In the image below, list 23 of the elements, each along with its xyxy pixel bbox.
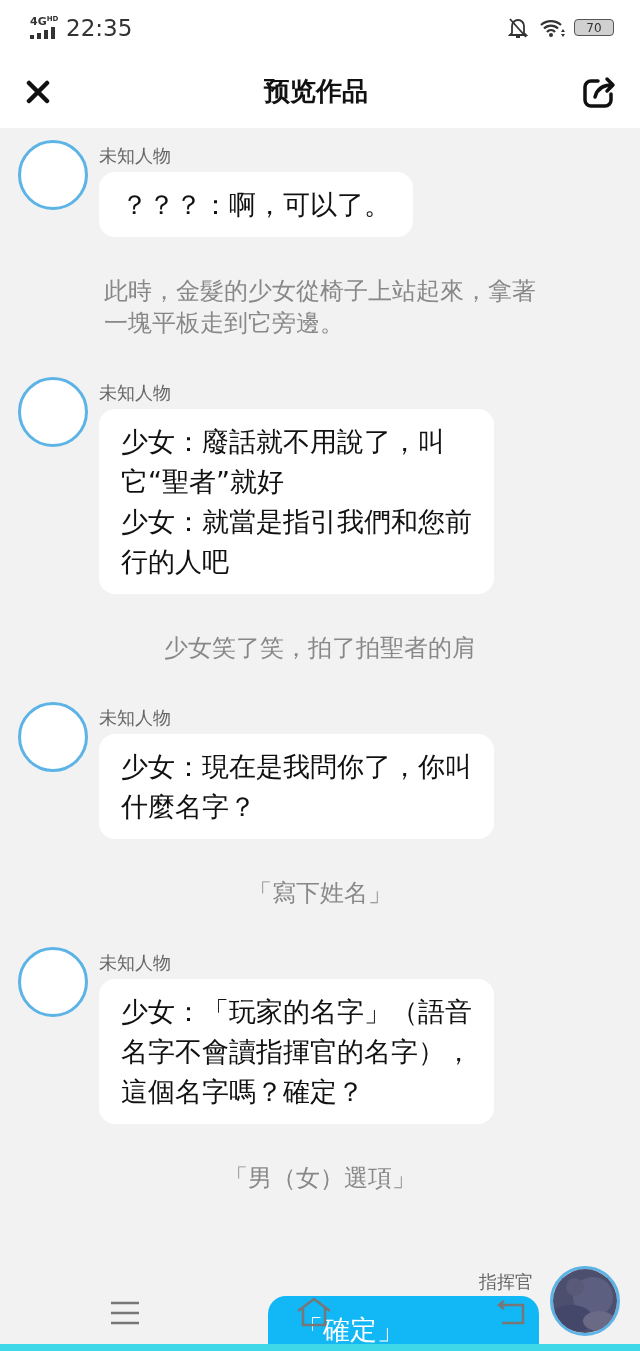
speech-bubble: 少女：「玩家的名字」（語音 名字不會讀指揮官的名字）， 這個名字嗎？確定？ <box>99 979 494 1124</box>
speech-bubble: 少女：現在是我問你了，你叫 什麼名字？ <box>99 734 494 839</box>
speaker-name: 未知人物 <box>99 951 171 974</box>
battery-indicator: 70 <box>574 19 614 36</box>
speech-bubble: ？？？：啊，可以了。 <box>99 172 413 237</box>
speech-bubble: 少女：廢話就不用說了，叫 它“聖者”就好 少女：就當是指引我們和您前 行的人吧 <box>99 409 494 594</box>
narration-text: 此時，金髮的少女從椅子上站起來，拿著 一塊平板走到它旁邊。 <box>104 276 536 339</box>
page-title: 预览作品 <box>264 75 368 108</box>
network-type: 4G <box>30 16 47 27</box>
muted-bell-icon <box>508 16 528 39</box>
share-icon[interactable] <box>582 74 618 109</box>
narration-text: 「寫下姓名」 <box>248 878 392 909</box>
speaker-name: 未知人物 <box>99 706 171 729</box>
menu-icon[interactable] <box>110 1301 140 1325</box>
signal-icon <box>30 27 56 39</box>
close-icon[interactable] <box>26 79 50 104</box>
narration-text: 少女笑了笑，拍了拍聖者的肩 <box>164 633 476 664</box>
speaker-name: 未知人物 <box>99 144 171 167</box>
clock: 22:35 <box>66 14 133 41</box>
speaker-name: 指挥官 <box>479 1271 533 1293</box>
narration-text: 「男（女）選項」 <box>224 1163 416 1194</box>
speaker-name: 未知人物 <box>99 381 171 404</box>
wifi-icon <box>540 17 566 38</box>
